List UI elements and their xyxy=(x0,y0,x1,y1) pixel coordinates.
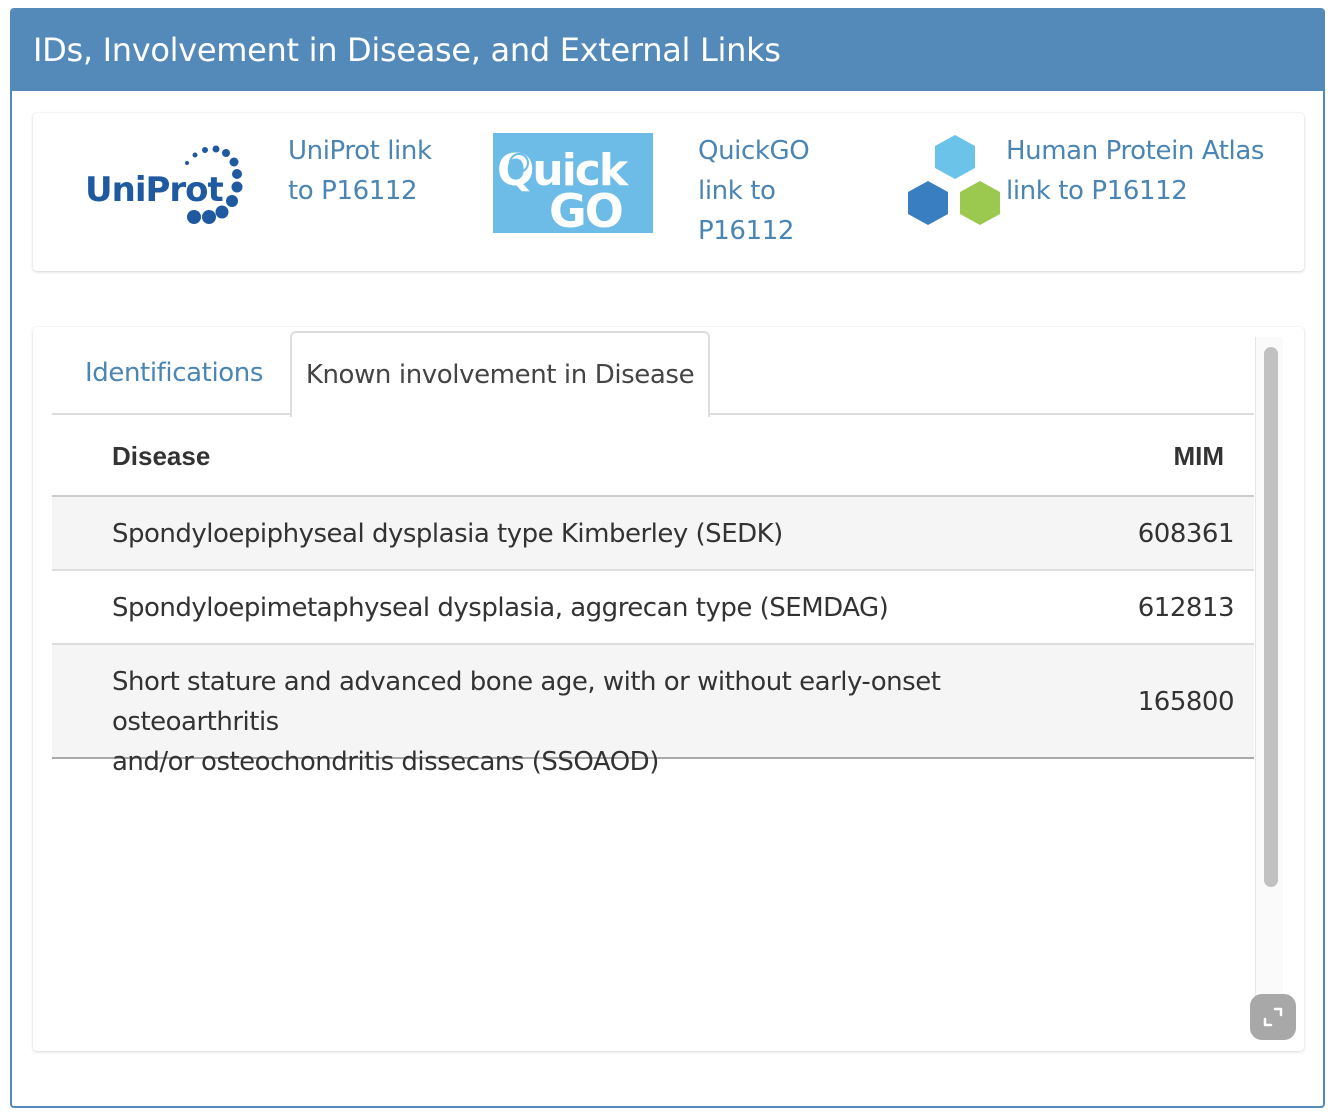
vertical-scrollbar[interactable] xyxy=(1255,337,1283,1037)
tab-bar: Identifications Known involvement in Dis… xyxy=(52,331,1254,417)
disease-cell: Short stature and advanced bone age, wit… xyxy=(112,667,941,777)
disease-cell: Spondyloepiphyseal dysplasia type Kimber… xyxy=(112,519,783,549)
scrollbar-thumb[interactable] xyxy=(1264,347,1278,887)
human-protein-atlas-logo-icon[interactable] xyxy=(903,131,1003,231)
table-row: Spondyloepiphyseal dysplasia type Kimber… xyxy=(52,497,1254,571)
disease-cell: Spondyloepimetaphyseal dysplasia, aggrec… xyxy=(112,593,889,623)
column-header-disease: Disease xyxy=(112,441,211,471)
mim-cell: 612813 xyxy=(1137,593,1235,623)
external-links-panel: IDs, Involvement in Disease, and Externa… xyxy=(10,8,1325,1108)
tab-identifications[interactable]: Identifications xyxy=(52,331,290,415)
quickgo-logo-icon[interactable]: Quick GO xyxy=(493,133,653,233)
quickgo-logo-text-bottom: GO xyxy=(549,184,622,233)
uniprot-logo-icon[interactable]: UniProt xyxy=(83,139,243,229)
table-header: Disease MIM xyxy=(52,415,1254,497)
expand-button[interactable] xyxy=(1250,994,1296,1040)
external-links-card: UniProt UniProt link to P16112 Quick GO xyxy=(33,113,1304,271)
table-row: Short stature and advanced bone age, wit… xyxy=(52,645,1254,777)
panel-title: IDs, Involvement in Disease, and Externa… xyxy=(12,10,1323,91)
human-protein-atlas-link[interactable]: Human Protein Atlas link to P16112 xyxy=(1006,131,1264,211)
quickgo-link[interactable]: QuickGO link to P16112 xyxy=(698,131,810,251)
mim-cell: 165800 xyxy=(1137,687,1235,717)
mim-cell: 608361 xyxy=(1137,519,1235,549)
tabbed-content-card: Identifications Known involvement in Dis… xyxy=(33,327,1304,1051)
tab-known-involvement-in-disease[interactable]: Known involvement in Disease xyxy=(290,331,710,417)
disease-table: Disease MIM Spondyloepiphyseal dysplasia… xyxy=(52,415,1254,777)
uniprot-link[interactable]: UniProt link to P16112 xyxy=(288,131,432,211)
expand-icon xyxy=(1263,1007,1283,1027)
uniprot-logo-text: UniProt xyxy=(85,170,224,210)
table-row: Spondyloepimetaphyseal dysplasia, aggrec… xyxy=(52,571,1254,645)
column-header-mim: MIM xyxy=(1173,441,1224,471)
